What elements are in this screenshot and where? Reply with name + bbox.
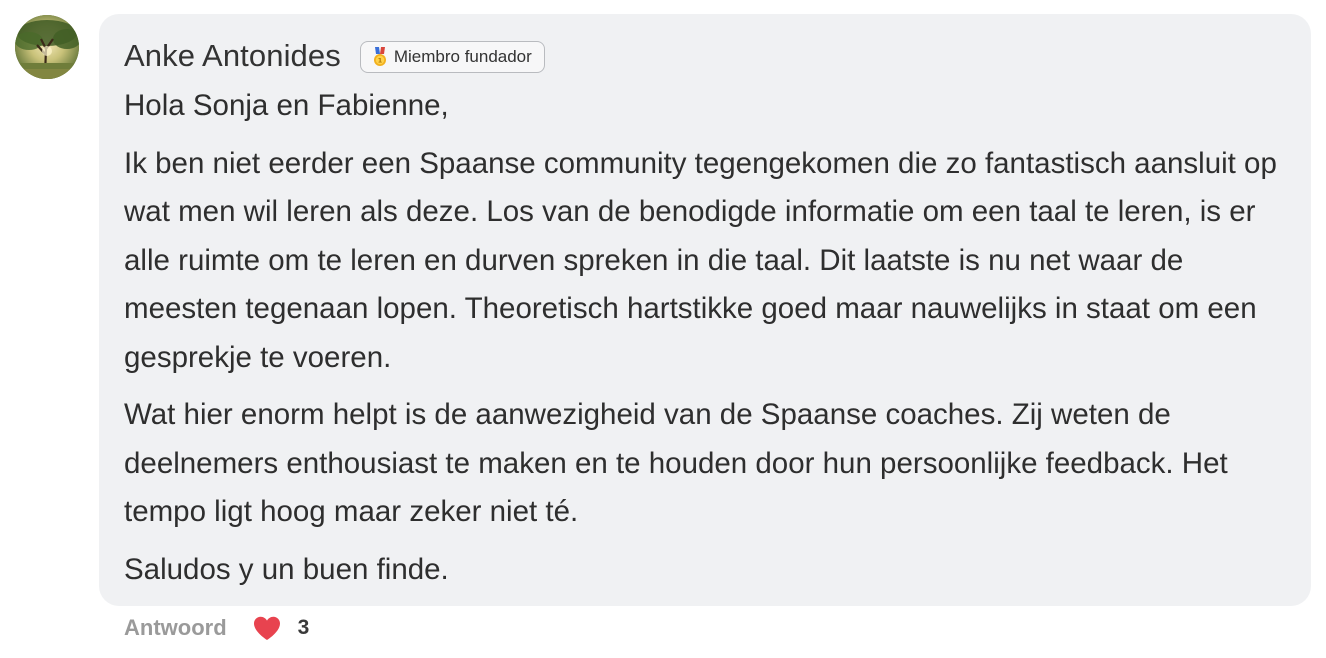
comment-bubble: Anke Antonides 1 Miembro fundador Hola S… [99,14,1311,606]
svg-text:1: 1 [378,57,383,65]
medal-icon: 1 [373,47,387,67]
avatar-image [15,15,79,79]
comment-paragraph: Ik ben niet eerder een Spaanse community… [124,146,1277,374]
heart-icon[interactable] [253,616,281,641]
badge-label: Miembro fundador [393,47,532,66]
comment-actions: Antwoord 3 [124,611,309,645]
comment-paragraph: Hola Sonja en Fabienne, [124,89,449,122]
author-name[interactable]: Anke Antonides [124,38,341,74]
comment-header: Anke Antonides 1 Miembro fundador [124,36,1287,76]
comment-paragraph: Saludos y un buen finde. [124,552,449,586]
like-count: 3 [297,616,310,639]
comment-body: Hola Sonja en Fabienne, Ik ben niet eerd… [124,82,1287,594]
like-button[interactable]: 3 [253,616,310,641]
comment-paragraph: Wat hier enorm helpt is de aanwezigheid … [124,398,1228,528]
reply-button[interactable]: Antwoord [124,615,227,641]
member-badge: 1 Miembro fundador [359,41,545,73]
avatar[interactable] [15,15,79,79]
